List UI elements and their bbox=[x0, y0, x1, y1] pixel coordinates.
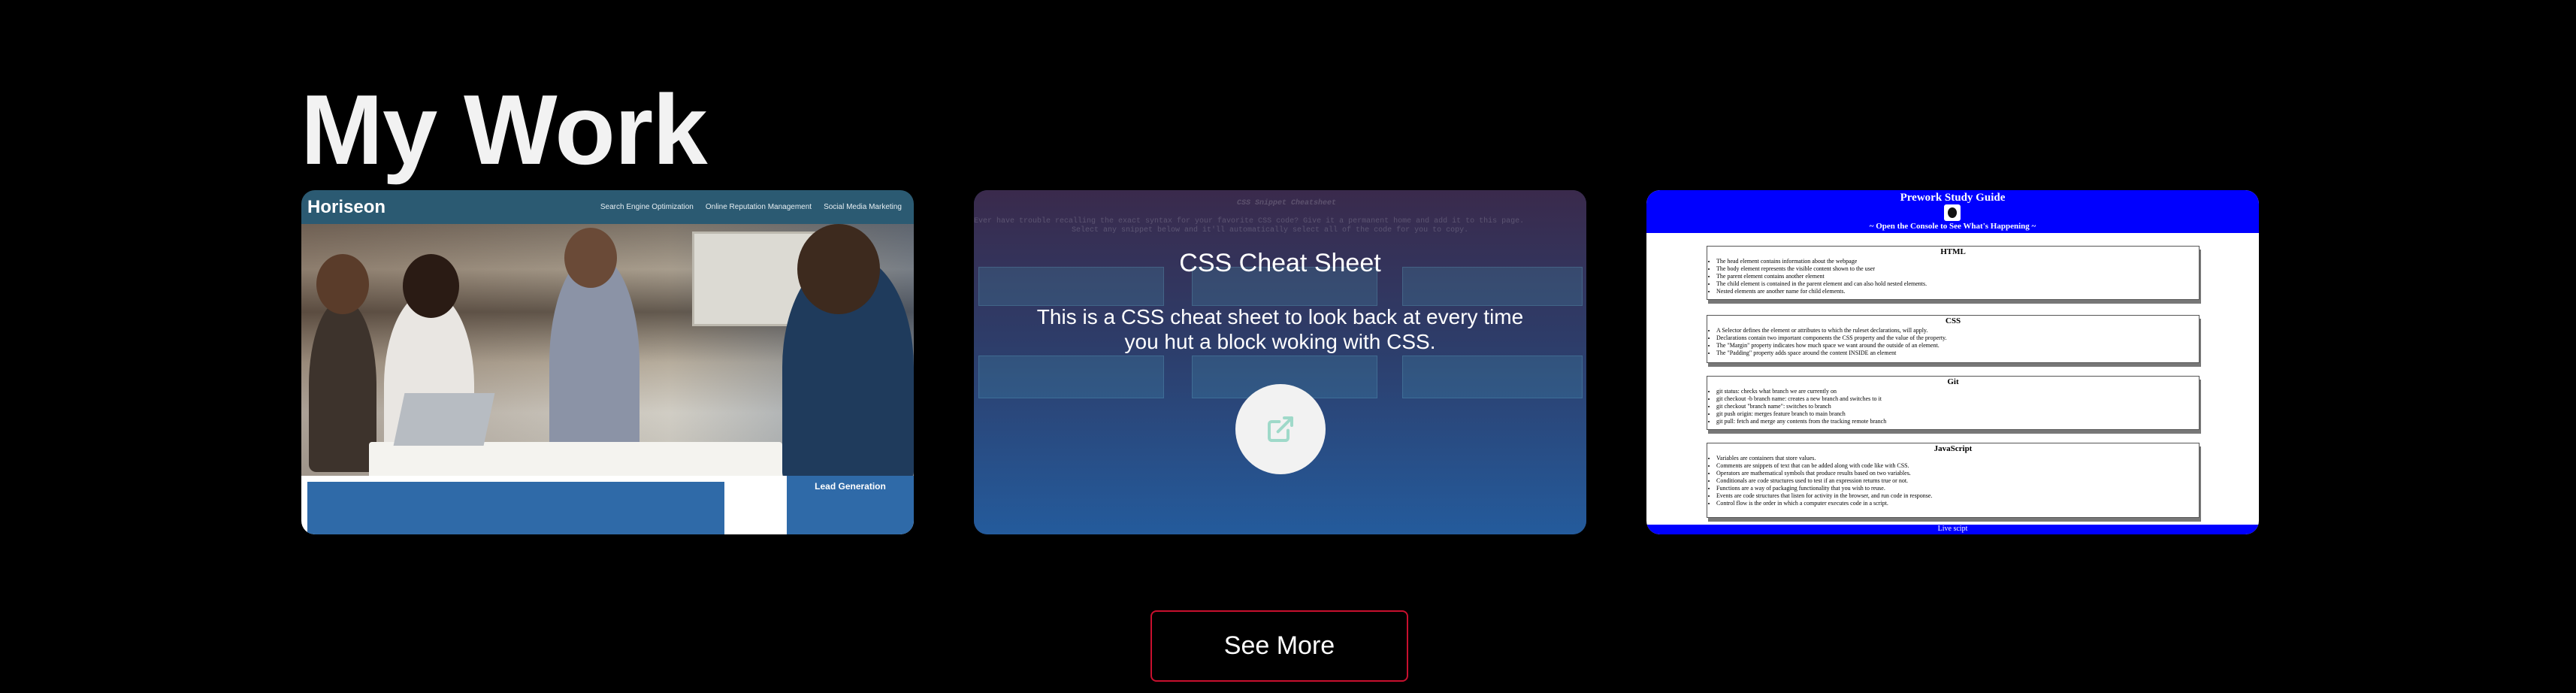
list-item: git pull: fetch and merge any contents f… bbox=[1716, 418, 2199, 425]
section-title: CSS bbox=[1945, 316, 1961, 325]
guide-section-git: Git git status: checks what branch we ar… bbox=[1707, 376, 2200, 430]
guide-avatar bbox=[1944, 204, 1961, 221]
cheatsheet-bg-title: CSS Snippet Cheatsheet bbox=[1237, 199, 1337, 207]
section-title: Git bbox=[1947, 377, 1959, 386]
guide-section-javascript: JavaScript Variables are containers that… bbox=[1707, 443, 2200, 518]
list-item: The parent element contains another elem… bbox=[1716, 273, 2199, 280]
list-item: git checkout -b branch name: creates a n… bbox=[1716, 395, 2199, 403]
list-item: git push origin: merges feature branch t… bbox=[1716, 410, 2199, 418]
guide-section-html: HTML The head element contains informati… bbox=[1707, 246, 2200, 300]
list-item: The "Padding" property adds space around… bbox=[1716, 350, 2199, 357]
nav-link-reputation: Online Reputation Management bbox=[705, 203, 812, 211]
list-item: A Selector defines the element or attrib… bbox=[1716, 327, 2199, 334]
list-item: git status: checks what branch we are cu… bbox=[1716, 388, 2199, 395]
project-card-prework-study-guide[interactable]: Prework Study Guide ~ Open the Console t… bbox=[1646, 190, 2259, 534]
list-item: Events are code structures that listen f… bbox=[1716, 492, 2199, 500]
lead-generation-panel: Lead Generation bbox=[787, 476, 914, 534]
project-title: CSS Cheat Sheet bbox=[1179, 249, 1381, 277]
list-item: The child element is contained in the pa… bbox=[1716, 280, 2199, 288]
horiseon-content-strip: Lead Generation bbox=[301, 476, 914, 534]
list-item: git checkout "branch name": switches to … bbox=[1716, 403, 2199, 410]
list-item: Operators are mathematical symbols that … bbox=[1716, 470, 2199, 477]
list-item: The body element represents the visible … bbox=[1716, 265, 2199, 273]
cheatsheet-bg-line-2: Select any snippet below and it'll autom… bbox=[1072, 226, 1469, 235]
list-item: Functions are a way of packaging functio… bbox=[1716, 485, 2199, 492]
list-item: The "Margin" property indicates how much… bbox=[1716, 342, 2199, 350]
see-more-button[interactable]: See More bbox=[1150, 610, 1408, 682]
list-item: Declarations contain two important compo… bbox=[1716, 334, 2199, 342]
horiseon-nav-links: Search Engine Optimization Online Reputa… bbox=[600, 203, 902, 211]
list-item: Nested elements are another name for chi… bbox=[1716, 288, 2199, 295]
section-title: JavaScript bbox=[1934, 444, 1973, 453]
cheatsheet-bg-line-1: Ever have trouble recalling the exact sy… bbox=[974, 217, 1525, 225]
page-title: My Work bbox=[301, 74, 708, 186]
nav-link-social: Social Media Marketing bbox=[824, 203, 902, 211]
guide-title: Prework Study Guide bbox=[1900, 192, 2006, 204]
project-card-horiseon[interactable]: Horiseon Search Engine Optimization Onli… bbox=[301, 190, 914, 534]
project-card-css-cheat-sheet[interactable]: CSS Snippet Cheatsheet Ever have trouble… bbox=[974, 190, 1586, 534]
list-item: Variables are containers that store valu… bbox=[1716, 455, 2199, 462]
list-item: Control flow is the order in which a com… bbox=[1716, 500, 2199, 507]
list-item: Conditionals are code structures used to… bbox=[1716, 477, 2199, 485]
guide-footer-text: Live scipt bbox=[1937, 525, 1968, 533]
guide-subtitle: ~ Open the Console to See What's Happeni… bbox=[1869, 222, 2036, 231]
guide-footer: Live scipt bbox=[1646, 525, 2259, 534]
horiseon-hero-image bbox=[301, 224, 914, 480]
project-description: This is a CSS cheat sheet to look back a… bbox=[1036, 305, 1524, 353]
horiseon-navbar: Horiseon Search Engine Optimization Onli… bbox=[301, 190, 914, 224]
external-link-button[interactable] bbox=[1235, 384, 1326, 474]
horiseon-logo: Horiseon bbox=[307, 196, 386, 217]
nav-link-seo: Search Engine Optimization bbox=[600, 203, 694, 211]
list-item: The head element contains information ab… bbox=[1716, 258, 2199, 265]
guide-header: Prework Study Guide ~ Open the Console t… bbox=[1646, 190, 2259, 233]
list-item: Comments are snippets of text that can b… bbox=[1716, 462, 2199, 470]
external-link-icon bbox=[1268, 416, 1293, 442]
guide-section-css: CSS A Selector defines the element or at… bbox=[1707, 315, 2200, 363]
section-title: HTML bbox=[1940, 247, 1966, 256]
